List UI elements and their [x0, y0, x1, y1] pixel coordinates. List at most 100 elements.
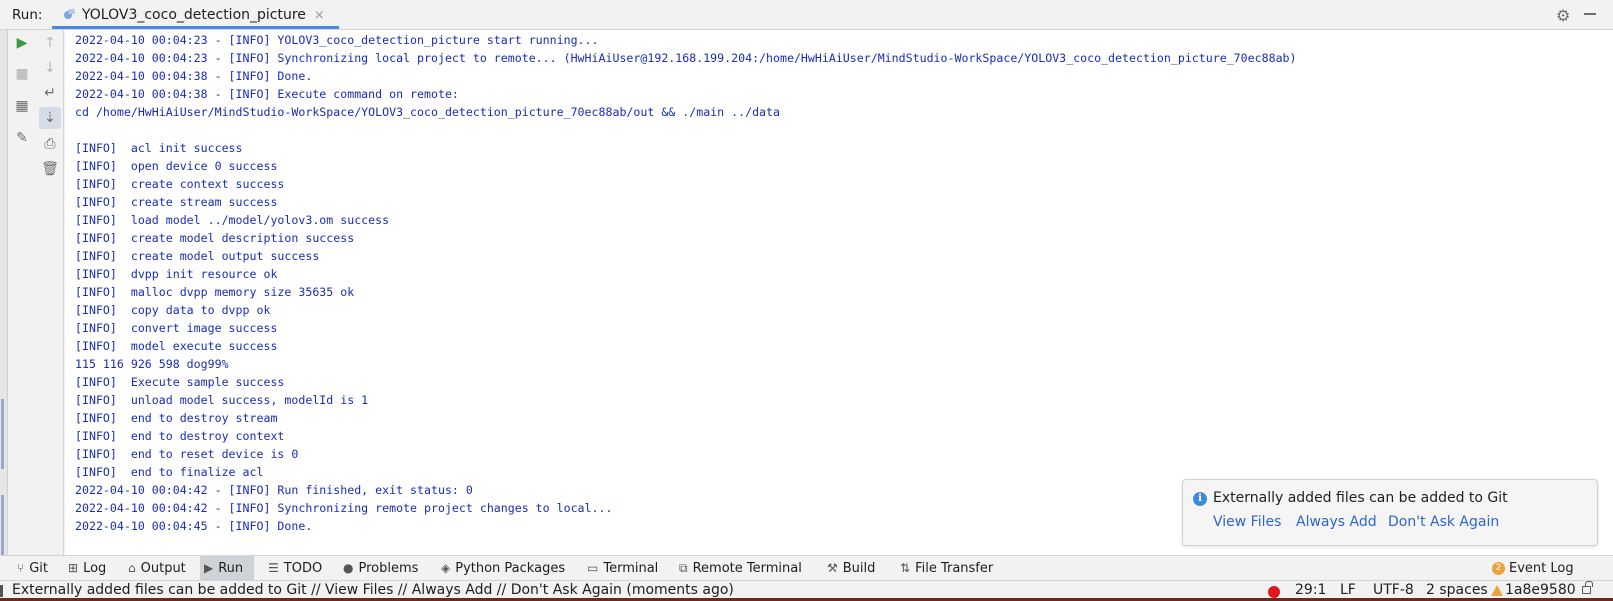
- soft-wrap-icon[interactable]: ↵: [39, 82, 61, 104]
- indent-setting[interactable]: 2 spaces: [1426, 582, 1488, 598]
- run-tab-title: YOLOV3_coco_detection_picture: [82, 7, 306, 23]
- console-line: 2022-04-10 00:04:23 - [INFO] Synchronizi…: [75, 51, 1297, 65]
- remote-terminal-icon: ⧉: [679, 560, 688, 575]
- tool-window-event-log[interactable]: 2 Event Log: [1488, 556, 1578, 580]
- layout-icon[interactable]: ▦: [11, 95, 33, 117]
- console-line: [INFO] create stream success: [75, 195, 278, 209]
- tool-window-output[interactable]: ⌂ Output: [124, 556, 190, 580]
- print-icon[interactable]: ⎙: [39, 133, 61, 155]
- console-line: [INFO] end to destroy stream: [75, 411, 278, 425]
- console-line: [INFO] end to finalize acl: [75, 465, 264, 479]
- info-icon: i: [1193, 492, 1207, 506]
- console-line: [INFO] model execute success: [75, 339, 278, 353]
- error-indicator-icon[interactable]: [1268, 586, 1280, 598]
- lock-icon[interactable]: [1582, 581, 1593, 594]
- console-line: [INFO] dvpp init resource ok: [75, 267, 278, 281]
- git-revision[interactable]: 1a8e9580: [1505, 582, 1576, 598]
- console-line: [INFO] unload model success, modelId is …: [75, 393, 369, 407]
- git-notification: i Externally added files can be added to…: [1182, 479, 1598, 546]
- console-line: [INFO] create context success: [75, 177, 285, 191]
- line-separator[interactable]: LF: [1340, 582, 1356, 598]
- console-line: [INFO] malloc dvpp memory size 35635 ok: [75, 285, 355, 299]
- console-line: [INFO] end to reset device is 0: [75, 447, 299, 461]
- active-tab-indicator: [52, 26, 339, 29]
- console-line: [INFO] copy data to dvpp ok: [75, 303, 271, 317]
- caret-position[interactable]: 29:1: [1295, 582, 1326, 598]
- tool-window-label: Terminal: [603, 560, 659, 576]
- console-output[interactable]: 2022-04-10 00:04:23 - [INFO] YOLOV3_coco…: [65, 30, 1613, 555]
- pin-icon[interactable]: ✎: [11, 127, 33, 149]
- output-icon: ⌂: [128, 561, 136, 575]
- console-line: 2022-04-10 00:04:42 - [INFO] Run finishe…: [75, 483, 473, 497]
- side-tool-stripe-item[interactable]: [1, 399, 4, 469]
- trash-icon[interactable]: 🗑: [39, 158, 61, 180]
- tool-window-python-packages[interactable]: ◈ Python Packages: [437, 556, 569, 580]
- tool-window-bar: ⑂ Git ⊞ Log ⌂ Output ▶ Run ☰ TODO ● Problems ◈…: [0, 555, 1613, 580]
- problems-icon: ●: [343, 561, 354, 575]
- run-label: Run:: [12, 7, 43, 23]
- console-line: 2022-04-10 00:04:23 - [INFO] YOLOV3_coco…: [75, 33, 599, 47]
- run-icon: ▶: [204, 561, 214, 575]
- tool-window-terminal[interactable]: ▭ Terminal: [583, 556, 662, 580]
- python-run-config-icon: [62, 8, 76, 22]
- console-line: 2022-04-10 00:04:45 - [INFO] Done.: [75, 519, 313, 533]
- side-tool-stripe-item[interactable]: [1, 495, 4, 555]
- console-line: [INFO] convert image success: [75, 321, 278, 335]
- always-add-link[interactable]: Always Add: [1296, 514, 1377, 530]
- run-header: Run: YOLOV3_coco_detection_picture × ⚙: [0, 0, 1613, 30]
- console-line: 2022-04-10 00:04:42 - [INFO] Synchronizi…: [75, 501, 613, 515]
- gear-icon[interactable]: ⚙: [1556, 6, 1570, 25]
- notification-message: Externally added files can be added to G…: [1213, 490, 1508, 506]
- console-line: [INFO] acl init success: [75, 141, 243, 155]
- run-toolbar-secondary: ↑ ↓ ↵ ⇣ ⎙ 🗑: [36, 30, 64, 555]
- tool-window-label: File Transfer: [915, 560, 994, 576]
- build-icon: ⚒: [827, 561, 838, 575]
- tool-window-problems[interactable]: ● Problems: [339, 556, 422, 580]
- console-line: [INFO] end to destroy context: [75, 429, 285, 443]
- run-toolbar-primary: ▶ ■ ▦ ✎: [8, 30, 36, 555]
- stop-icon[interactable]: ■: [11, 63, 33, 85]
- rerun-icon[interactable]: ▶: [11, 32, 33, 54]
- terminal-icon: ▭: [587, 561, 599, 575]
- console-line: [INFO] Execute sample success: [75, 375, 285, 389]
- tool-window-label: Python Packages: [455, 560, 566, 576]
- minimize-icon[interactable]: [1583, 6, 1597, 20]
- dont-ask-again-link[interactable]: Don't Ask Again: [1388, 514, 1499, 530]
- tool-window-build[interactable]: ⚒ Build: [823, 556, 879, 580]
- tool-window-remote-terminal[interactable]: ⧉ Remote Terminal: [675, 556, 806, 580]
- tool-window-todo[interactable]: ☰ TODO: [264, 556, 326, 580]
- console-line: cd /home/HwHiAiUser/MindStudio-WorkSpace…: [75, 105, 780, 119]
- todo-icon: ☰: [268, 561, 279, 575]
- tool-window-label: Git: [29, 560, 48, 576]
- tool-window-file-transfer[interactable]: ⇅ File Transfer: [896, 556, 997, 580]
- console-line: [INFO] create model output success: [75, 249, 320, 263]
- console-line: 2022-04-10 00:04:38 - [INFO] Execute com…: [75, 87, 459, 101]
- arrow-down-icon[interactable]: ↓: [39, 57, 61, 79]
- tool-window-label: Event Log: [1509, 560, 1574, 576]
- tool-window-label: Log: [83, 560, 107, 576]
- console-line: [INFO] create model description success: [75, 231, 355, 245]
- tool-window-label: Output: [140, 560, 186, 576]
- status-marker: [0, 585, 3, 597]
- tool-window-label: TODO: [283, 560, 323, 576]
- tool-window-log[interactable]: ⊞ Log: [64, 556, 110, 580]
- tool-window-label: Remote Terminal: [692, 560, 802, 576]
- console-line: [INFO] open device 0 success: [75, 159, 278, 173]
- tool-window-label: Problems: [358, 560, 419, 576]
- file-encoding[interactable]: UTF-8: [1373, 582, 1414, 598]
- status-message[interactable]: Externally added files can be added to G…: [12, 582, 734, 598]
- console-line: 115 116 926 598 dog99%: [75, 357, 229, 371]
- arrow-up-icon[interactable]: ↑: [39, 32, 61, 54]
- tool-window-git[interactable]: ⑂ Git: [13, 556, 52, 580]
- tool-window-label: Build: [842, 560, 876, 576]
- console-line: [INFO] load model ../model/yolov3.om suc…: [75, 213, 390, 227]
- log-icon: ⊞: [68, 561, 79, 575]
- close-tab-icon[interactable]: ×: [314, 8, 325, 23]
- tool-window-run[interactable]: ▶ Run: [200, 556, 254, 580]
- git-icon: ⑂: [17, 561, 25, 575]
- view-files-link[interactable]: View Files: [1213, 514, 1281, 530]
- packages-icon: ◈: [441, 561, 451, 575]
- scroll-to-end-icon[interactable]: ⇣: [39, 107, 61, 129]
- tool-window-label: Run: [218, 560, 244, 576]
- warning-icon: [1491, 585, 1503, 596]
